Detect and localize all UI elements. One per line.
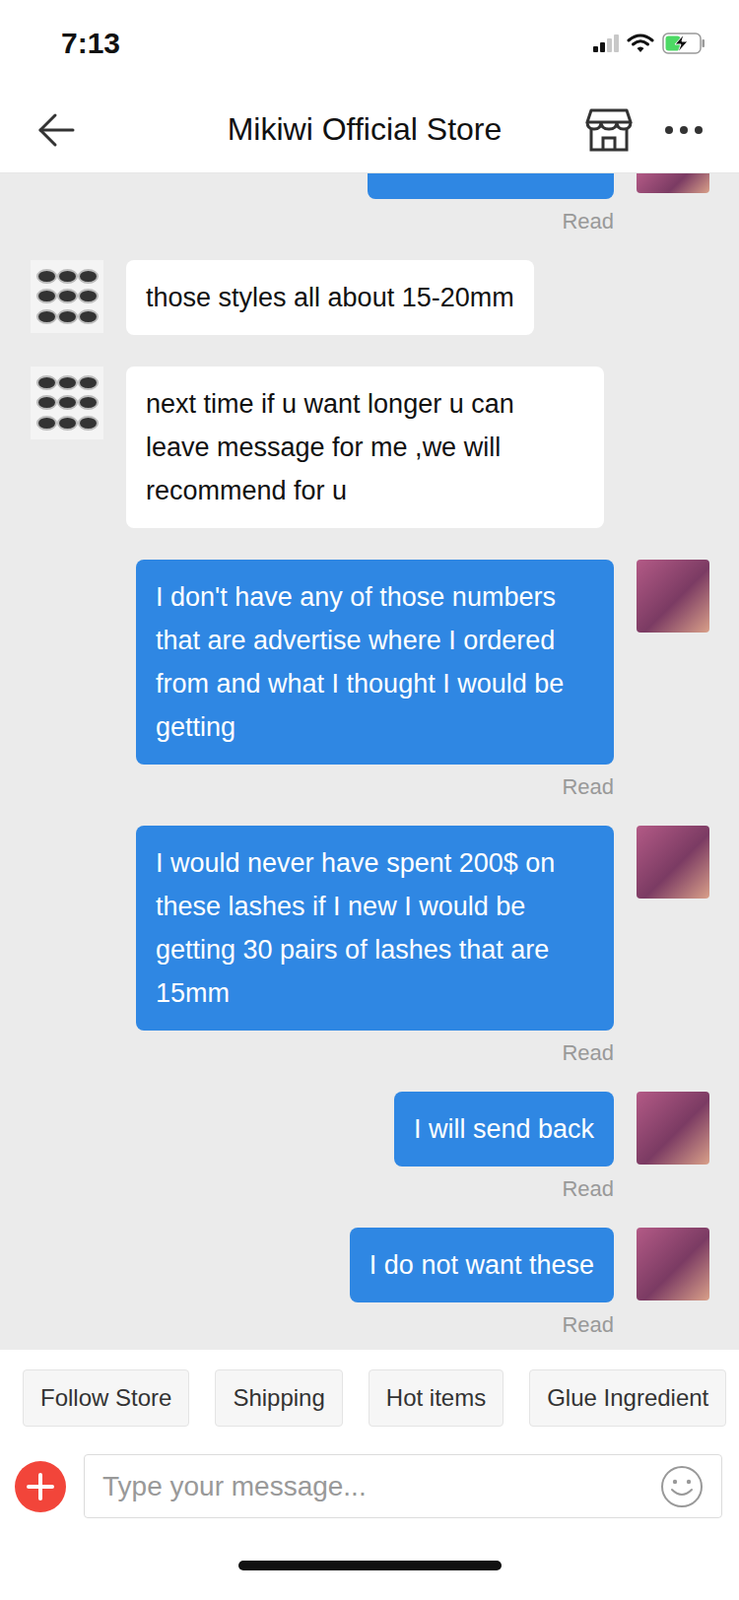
lash-dot — [77, 268, 99, 284]
message-input[interactable]: Type your message... — [83, 1454, 723, 1519]
home-indicator[interactable] — [238, 1560, 502, 1571]
user-message: I will send back Read — [30, 1091, 710, 1205]
user-message: Read — [30, 173, 710, 237]
status-bar: 7:13 — [0, 0, 739, 87]
quick-replies: Follow Store Shipping Hot items Glue Ingred… — [0, 1349, 739, 1441]
plus-icon[interactable] — [13, 1460, 68, 1514]
lash-dot — [57, 268, 78, 284]
battery-icon — [662, 32, 706, 55]
lash-dot — [77, 288, 99, 304]
input-placeholder: Type your message... — [102, 1471, 367, 1503]
lash-dot — [36, 288, 58, 304]
message-bubble: I will send back — [394, 1091, 614, 1167]
message-bubble — [367, 173, 614, 200]
status-time: 7:13 — [61, 26, 121, 61]
user-avatar[interactable] — [636, 825, 710, 899]
message-bubble: next time if u want longer u can leave m… — [126, 366, 605, 529]
read-status: Read — [561, 1174, 614, 1205]
input-bar: Type your message... — [0, 1440, 739, 1533]
nav-bar: Mikiwi Official Store — [0, 86, 739, 174]
lash-dot — [57, 309, 78, 325]
user-message-row: I will send back — [394, 1091, 710, 1167]
message-bubble: I would never have spent 200$ on these l… — [135, 825, 614, 1031]
user-avatar[interactable] — [636, 1091, 710, 1165]
lash-dot — [36, 309, 58, 325]
lash-dot — [57, 395, 78, 410]
lash-dot — [57, 375, 78, 391]
user-avatar[interactable] — [636, 173, 710, 194]
lash-dot — [77, 395, 99, 410]
signal-icon — [593, 34, 619, 53]
store-message: next time if u want longer u can leave m… — [30, 366, 710, 529]
store-icon[interactable] — [585, 107, 633, 153]
nav-actions — [585, 107, 704, 153]
chat-area: Read those styles all about 15-20mm next… — [0, 173, 739, 1350]
read-status: Read — [561, 1310, 614, 1341]
read-status: Read — [561, 772, 614, 803]
user-message-row: I do not want these — [349, 1227, 710, 1303]
lash-dot — [57, 288, 78, 304]
read-status: Read — [561, 206, 614, 237]
store-avatar[interactable] — [30, 366, 104, 440]
user-message-row — [367, 173, 710, 200]
lash-dot — [57, 415, 78, 431]
quick-reply-chip[interactable]: Shipping — [214, 1369, 342, 1427]
lash-dot — [36, 268, 58, 284]
lash-dot — [77, 415, 99, 431]
quick-reply-chip[interactable]: Hot items — [368, 1369, 504, 1427]
user-message: I don't have any of those numbers that a… — [30, 559, 710, 803]
read-status: Read — [561, 1038, 614, 1069]
emoji-icon[interactable] — [660, 1465, 704, 1509]
message-bubble: I do not want these — [349, 1227, 614, 1303]
quick-reply-chip[interactable]: Follow Store — [22, 1369, 190, 1427]
message-bubble: I don't have any of those numbers that a… — [135, 559, 614, 765]
lash-dot — [36, 395, 58, 410]
wifi-icon — [626, 33, 655, 54]
store-avatar[interactable] — [30, 260, 104, 334]
user-message-row: I don't have any of those numbers that a… — [135, 559, 710, 765]
store-title: Mikiwi Official Store — [74, 111, 586, 148]
back-arrow-icon[interactable] — [37, 111, 75, 149]
lash-dot — [36, 375, 58, 391]
store-message: those styles all about 15-20mm — [30, 260, 710, 336]
lash-dot — [77, 375, 99, 391]
lash-dot — [77, 309, 99, 325]
more-icon[interactable] — [664, 125, 704, 135]
lash-dot — [36, 415, 58, 431]
quick-reply-chip[interactable]: Glue Ingredient — [529, 1369, 727, 1427]
chat-screen: 7:13 Mikiwi Official Store Read those st… — [0, 0, 739, 1600]
user-avatar[interactable] — [636, 1227, 710, 1301]
message-bubble: those styles all about 15-20mm — [126, 260, 535, 336]
user-message: I would never have spent 200$ on these l… — [30, 825, 710, 1069]
user-message: I do not want these Read — [30, 1227, 710, 1341]
status-icons — [593, 32, 706, 55]
user-avatar[interactable] — [636, 559, 710, 633]
home-area — [0, 1532, 739, 1600]
user-message-row: I would never have spent 200$ on these l… — [135, 825, 710, 1031]
